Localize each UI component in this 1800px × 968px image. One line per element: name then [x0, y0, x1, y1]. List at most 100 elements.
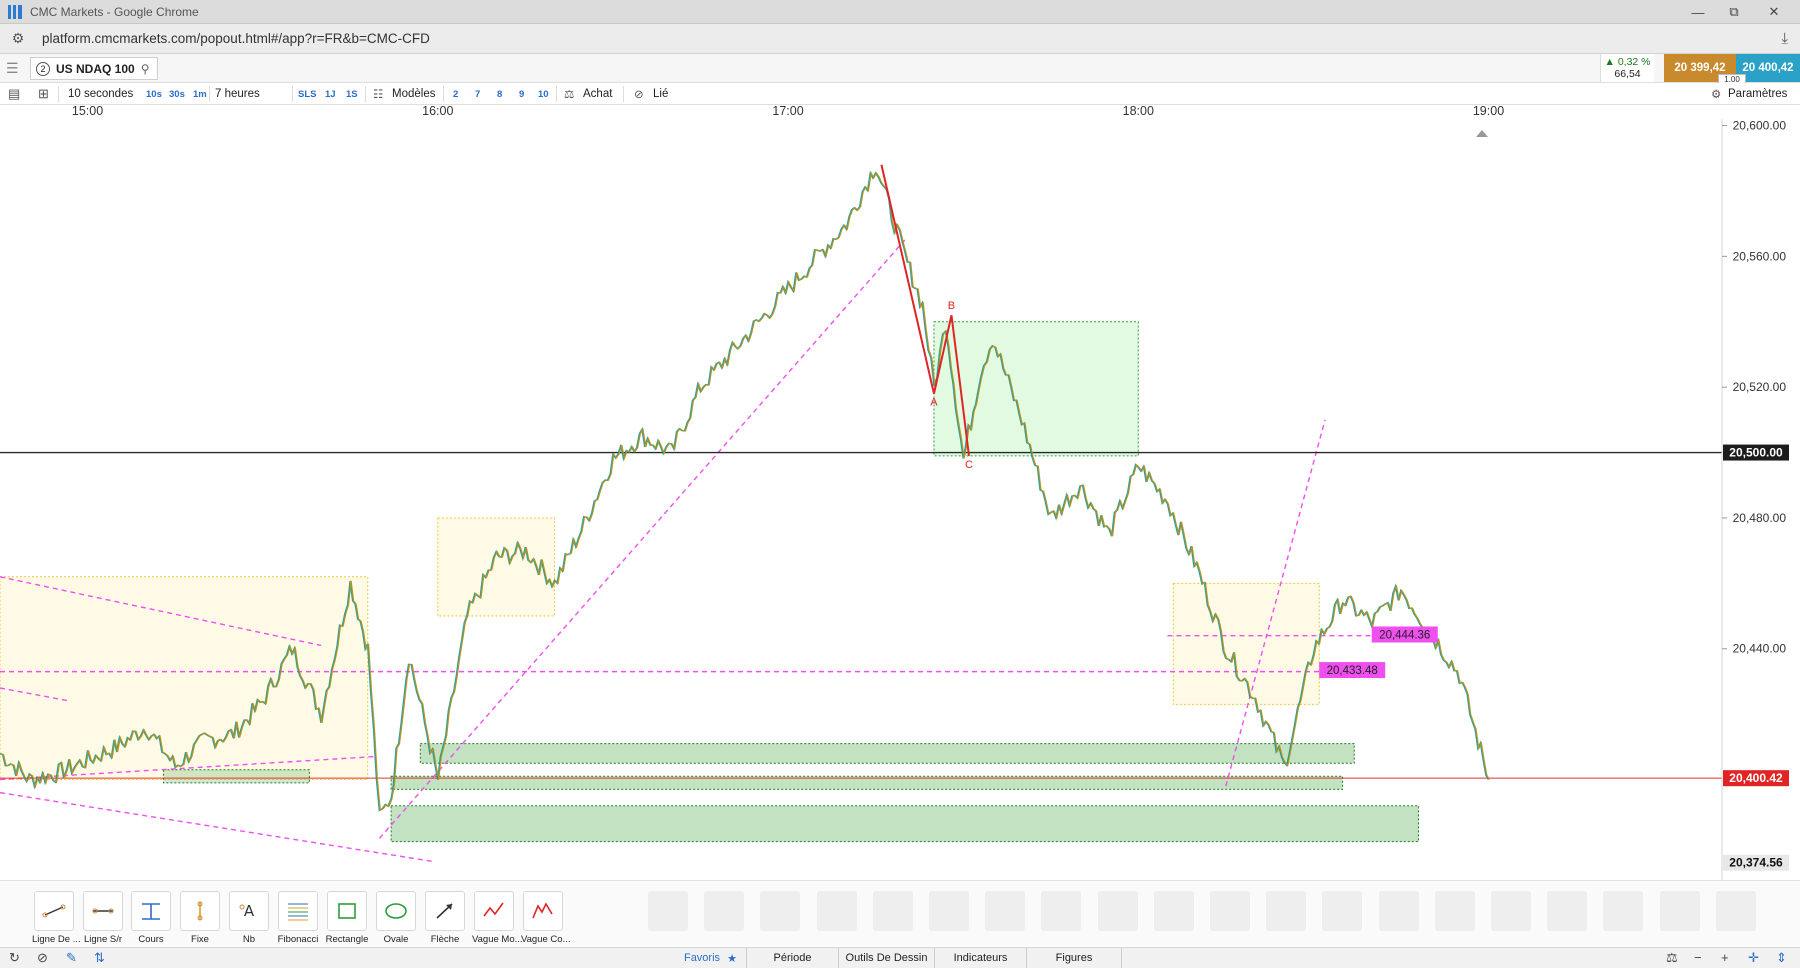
- arrow-icon[interactable]: [425, 891, 465, 931]
- empty-tool-slot[interactable]: [1379, 891, 1419, 931]
- yellow-zone-right[interactable]: [1172, 582, 1320, 705]
- price-change: ▲ 0,32 % 66,54: [1600, 54, 1654, 82]
- wave-icon[interactable]: [474, 891, 514, 931]
- empty-tool-slot[interactable]: [873, 891, 913, 931]
- empty-tool-slot[interactable]: [1266, 891, 1306, 931]
- chart-svg[interactable]: A B C 20,444.36 20,433.48 20,600.00 20,560.0…: [0, 119, 1800, 880]
- zoom-out-icon[interactable]: −: [1694, 950, 1702, 965]
- tool-note[interactable]: A Nb: [227, 891, 271, 947]
- empty-tool-slot[interactable]: [1210, 891, 1250, 931]
- empty-tool-slot[interactable]: [985, 891, 1025, 931]
- empty-tool-slot[interactable]: [929, 891, 969, 931]
- empty-tool-slot[interactable]: [817, 891, 857, 931]
- address-bar: ⚙ platform.cmcmarkets.com/popout.html#/a…: [0, 24, 1800, 54]
- tab-indicateurs[interactable]: Indicateurs: [934, 948, 1026, 968]
- instrument-number: 2: [36, 61, 50, 76]
- empty-tool-slot[interactable]: [1660, 891, 1700, 931]
- empty-tool-slot[interactable]: [704, 891, 744, 931]
- tool-label: Flèche: [430, 934, 460, 945]
- magenta-label-upper: 20,444.36: [1379, 629, 1430, 641]
- empty-tool-slot[interactable]: [760, 891, 800, 931]
- download-icon[interactable]: ⤓: [1781, 30, 1788, 47]
- marker-current-price: 20,400.42: [1729, 771, 1783, 785]
- abc-label-c: C: [965, 459, 973, 471]
- tool-wave[interactable]: Vague Mo...: [472, 891, 523, 947]
- sr-line-icon[interactable]: [83, 891, 123, 931]
- window-titlebar: CMC Markets - Google Chrome — ⧉ ✕: [0, 0, 1800, 24]
- yellow-zone-left[interactable]: [0, 576, 369, 781]
- empty-tool-slot[interactable]: [1491, 891, 1531, 931]
- green-zone-support-1[interactable]: [419, 743, 1355, 764]
- settings-button[interactable]: Paramètres: [1728, 83, 1787, 105]
- note-icon[interactable]: A: [229, 891, 269, 931]
- tool-wave-corr[interactable]: Vague Co...: [521, 891, 571, 947]
- tab-periode[interactable]: Période: [746, 948, 838, 968]
- green-zone-top[interactable]: [933, 321, 1139, 457]
- tool-label: Nb: [242, 934, 256, 945]
- y-tick-label: 20,600.00: [1733, 119, 1787, 133]
- tab-figures[interactable]: Figures: [1026, 948, 1122, 968]
- green-zone-support-3[interactable]: [390, 805, 1419, 843]
- empty-tool-slot[interactable]: [1322, 891, 1362, 931]
- y-tick-label: 20,480.00: [1733, 511, 1787, 525]
- empty-tool-slot[interactable]: [1041, 891, 1081, 931]
- tool-arrow[interactable]: Flèche: [423, 891, 467, 947]
- instrument-selector[interactable]: 2 US NDAQ 100 ⚲: [30, 57, 158, 80]
- green-zone-small[interactable]: [162, 769, 310, 784]
- crosshair-icon[interactable]: ✛: [1748, 950, 1759, 966]
- x-tick-label: 17:00: [772, 104, 803, 118]
- tool-line[interactable]: Ligne De ...: [32, 891, 81, 947]
- tab-outils-de-dessin[interactable]: Outils De Dessin: [838, 948, 934, 968]
- tool-rectangle[interactable]: Rectangle: [325, 891, 369, 947]
- empty-tool-slot[interactable]: [1435, 891, 1475, 931]
- site-settings-icon[interactable]: ⚙: [8, 30, 28, 47]
- refresh-icon[interactable]: ↻: [9, 950, 20, 966]
- empty-tool-slot[interactable]: [648, 891, 688, 931]
- star-icon[interactable]: ★: [718, 948, 746, 968]
- empty-tool-slot[interactable]: [1716, 891, 1756, 931]
- close-button[interactable]: ✕: [1752, 0, 1796, 24]
- zoom-in-icon[interactable]: +: [1721, 950, 1729, 965]
- svg-text:A: A: [244, 902, 255, 920]
- cmc-logo-icon: [8, 4, 22, 19]
- instrument-name: US NDAQ 100: [56, 61, 135, 76]
- scale-icon[interactable]: ⚖: [1666, 950, 1678, 966]
- drawing-tools-panel: Ligne De ... Ligne S/r Cours Fixe A Nb Fibonac…: [0, 880, 1800, 947]
- fibonacci-icon[interactable]: [278, 891, 318, 931]
- y-axis-panel[interactable]: [1722, 119, 1800, 880]
- crosshair-arrows-icon[interactable]: ⇅: [94, 950, 105, 966]
- line-icon[interactable]: [34, 891, 74, 931]
- tool-label: Fixe: [191, 934, 209, 945]
- x-axis[interactable]: 15:00 16:00 17:00 18:00 19:00: [0, 101, 1722, 119]
- url-text[interactable]: platform.cmcmarkets.com/popout.html#/app…: [42, 31, 430, 46]
- rectangle-icon[interactable]: [327, 891, 367, 931]
- abc-label-a: A: [930, 397, 938, 409]
- search-icon[interactable]: ⚲: [141, 62, 150, 76]
- empty-tool-slot[interactable]: [1603, 891, 1643, 931]
- tool-price[interactable]: Cours: [129, 891, 173, 947]
- x-tick-label: 19:00: [1473, 104, 1504, 118]
- fixed-icon[interactable]: [180, 891, 220, 931]
- expand-icon[interactable]: ⇕: [1776, 950, 1787, 966]
- tool-oval[interactable]: Ovale: [374, 891, 418, 947]
- tool-label: Ligne De ...: [32, 934, 81, 945]
- cancel-icon[interactable]: ⊘: [37, 950, 48, 966]
- empty-tool-slot[interactable]: [1098, 891, 1138, 931]
- price-chart[interactable]: A B C 20,444.36 20,433.48 20,600.00 20,560.0…: [0, 104, 1800, 880]
- oval-icon[interactable]: [376, 891, 416, 931]
- tool-fibonacci[interactable]: Fibonacci: [276, 891, 320, 947]
- empty-tool-slot[interactable]: [1154, 891, 1194, 931]
- tool-label: Vague Co...: [521, 934, 571, 945]
- y-tick-label: 20,560.00: [1733, 249, 1787, 263]
- tool-fixed[interactable]: Fixe: [178, 891, 222, 947]
- tool-label: Ligne S/r: [83, 934, 123, 945]
- empty-tool-slot[interactable]: [1547, 891, 1587, 931]
- y-tick-label: 20,520.00: [1733, 380, 1787, 394]
- tool-sr-line[interactable]: Ligne S/r: [81, 891, 125, 947]
- price-icon[interactable]: [131, 891, 171, 931]
- wave-corr-icon[interactable]: [523, 891, 563, 931]
- change-percent: 0,32 %: [1617, 56, 1651, 68]
- hamburger-menu-icon[interactable]: ☰: [6, 61, 22, 75]
- pencil-icon[interactable]: ✎: [66, 950, 77, 966]
- restore-button[interactable]: ⧉: [1712, 0, 1756, 24]
